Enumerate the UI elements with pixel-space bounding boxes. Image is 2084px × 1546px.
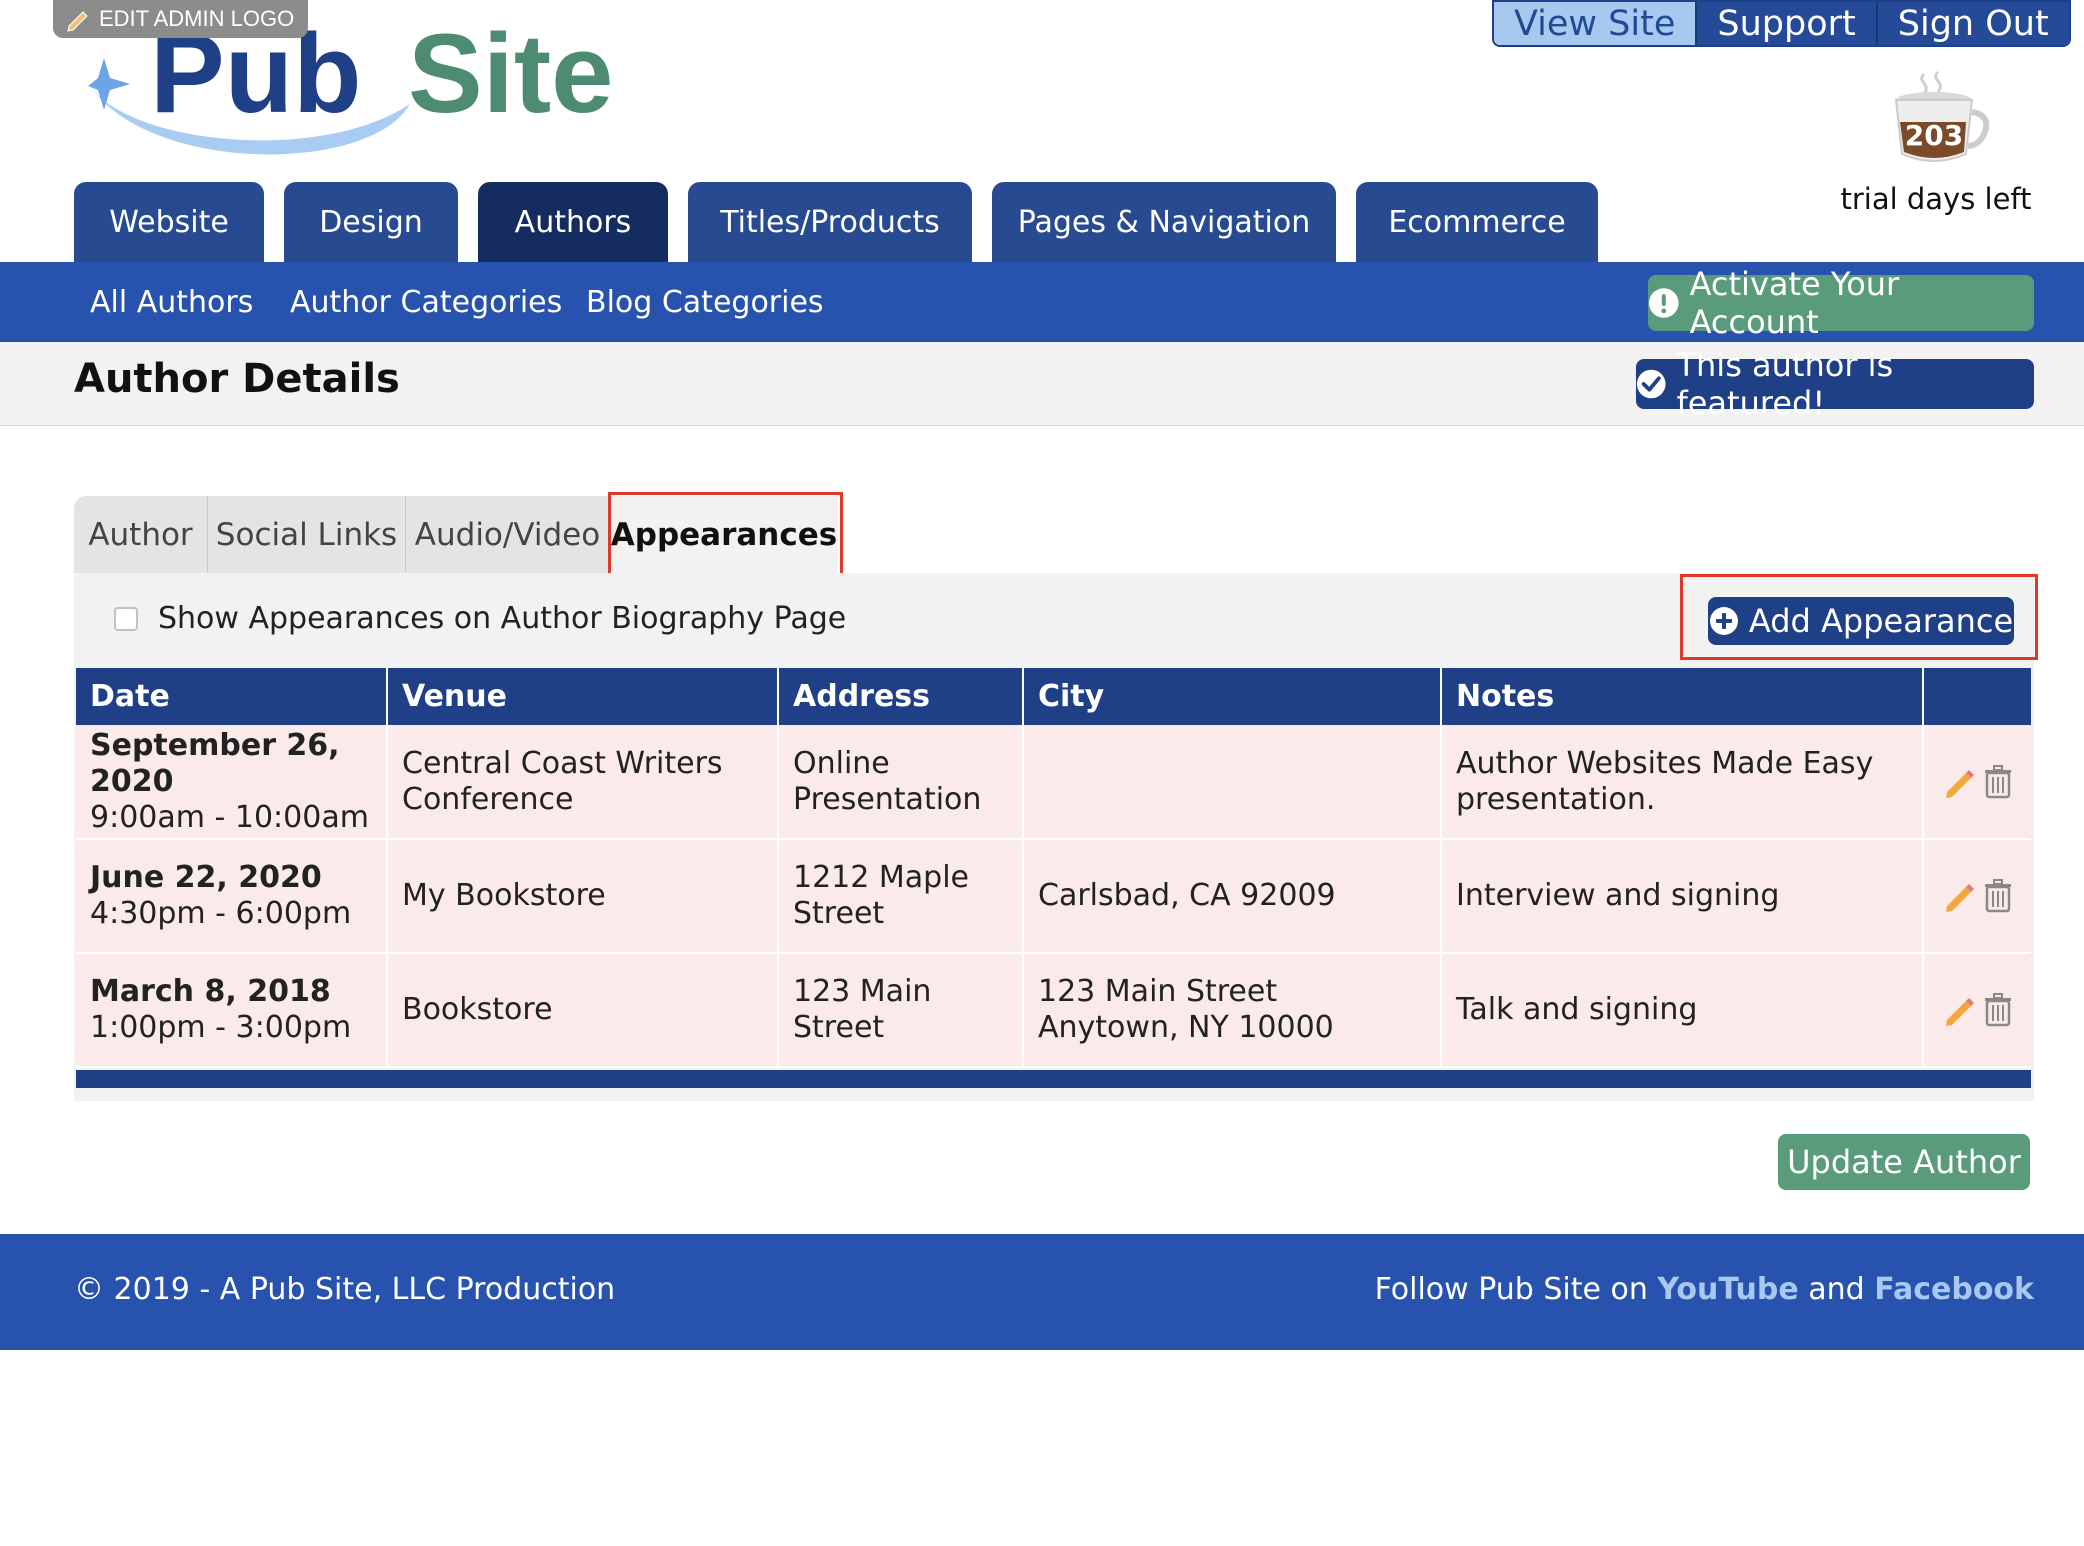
sign-out-link[interactable]: Sign Out <box>1875 2 2069 45</box>
trash-icon[interactable] <box>1982 993 2014 1027</box>
cell-venue: Bookstore <box>387 953 779 1068</box>
subnav-blog-categories[interactable]: Blog Categories <box>586 262 824 342</box>
table-header-row: Date Venue Address City Notes <box>76 668 2031 725</box>
show-appearances-row: Show Appearances on Author Biography Pag… <box>114 601 846 636</box>
main-tab-design[interactable]: Design <box>284 182 458 262</box>
cell-city: 123 Main Street Anytown, NY 10000 <box>1023 953 1442 1068</box>
trash-icon[interactable] <box>1982 764 2014 799</box>
column-header-notes[interactable]: Notes <box>1441 668 1924 725</box>
support-link[interactable]: Support <box>1695 2 1876 45</box>
trial-days-label: trial days left <box>1840 182 2032 216</box>
sub-navigation: All Authors Author Categories Blog Categ… <box>0 262 2084 342</box>
trial-days-widget: 203 trial days left <box>1826 70 2046 216</box>
cell-notes: Interview and signing <box>1441 839 1924 954</box>
cell-notes: Author Websites Made Easy presentation. <box>1441 725 1924 840</box>
appearance-time: 4:30pm - 6:00pm <box>90 896 352 931</box>
view-site-link[interactable]: View Site <box>1494 2 1696 45</box>
appearance-time: 9:00am - 10:00am <box>90 799 369 835</box>
column-header-venue[interactable]: Venue <box>387 668 779 725</box>
trash-icon[interactable] <box>1982 879 2014 913</box>
cell-date: September 26, 2020 9:00am - 10:00am <box>76 725 388 840</box>
column-header-city[interactable]: City <box>1023 668 1442 725</box>
table-footer-bar <box>76 1070 2031 1088</box>
plus-circle-icon <box>1709 607 1738 635</box>
edit-admin-logo-label: EDIT ADMIN LOGO <box>99 6 295 31</box>
subnav-author-categories[interactable]: Author Categories <box>290 262 562 342</box>
appearance-date: March 8, 2018 <box>90 974 331 1009</box>
cell-city <box>1023 725 1442 840</box>
main-nav-tabs: Website Design Authors Titles/Products P… <box>74 182 1618 262</box>
table-row: March 8, 2018 1:00pm - 3:00pm Bookstore … <box>76 953 2031 1068</box>
page-footer: © 2019 - A Pub Site, LLC Production Foll… <box>0 1234 2084 1350</box>
exclamation-icon <box>1648 288 1679 318</box>
cell-actions <box>1923 839 2031 954</box>
column-header-address[interactable]: Address <box>778 668 1024 725</box>
coffee-cup-icon: 203 <box>1894 70 1990 162</box>
tab-author[interactable]: Author <box>74 496 208 573</box>
update-author-button[interactable]: Update Author <box>1778 1134 2030 1190</box>
logo-area: Pub Site EDIT ADMIN LOGO <box>0 0 700 175</box>
cell-venue: My Bookstore <box>387 839 779 954</box>
page-title: Author Details <box>74 356 400 402</box>
check-circle-icon <box>1636 369 1666 399</box>
trial-days-count: 203 <box>1905 119 1963 152</box>
add-appearance-button[interactable]: Add Appearance <box>1708 597 2014 645</box>
edit-admin-logo-button[interactable]: EDIT ADMIN LOGO <box>53 0 309 38</box>
edit-pencil-icon[interactable] <box>1942 879 1976 913</box>
tab-audio-video[interactable]: Audio/Video <box>406 496 610 573</box>
footer-follow-text: Follow Pub Site on <box>1374 1272 1658 1307</box>
appearances-table: Date Venue Address City Notes September … <box>76 668 2031 1068</box>
activate-account-button[interactable]: Activate Your Account <box>1648 265 2034 341</box>
youtube-link[interactable]: YouTube <box>1657 1272 1798 1307</box>
cell-venue: Central Coast Writers Conference <box>387 725 779 840</box>
footer-copyright: © 2019 - A Pub Site, LLC Production <box>74 1272 616 1307</box>
cell-notes: Talk and signing <box>1441 953 1924 1068</box>
cell-actions <box>1923 953 2031 1068</box>
cell-actions <box>1923 725 2031 840</box>
appearance-date: September 26, 2020 <box>90 727 340 799</box>
show-appearances-label: Show Appearances on Author Biography Pag… <box>158 601 847 636</box>
table-row: September 26, 2020 9:00am - 10:00am Cent… <box>76 725 2031 840</box>
cell-address: 123 Main Street <box>778 953 1024 1068</box>
tab-social-links[interactable]: Social Links <box>208 496 406 573</box>
main-tab-authors[interactable]: Authors <box>478 182 668 262</box>
cell-city: Carlsbad, CA 92009 <box>1023 839 1442 954</box>
cell-date: June 22, 2020 4:30pm - 6:00pm <box>76 839 388 954</box>
subnav-all-authors[interactable]: All Authors <box>90 262 253 342</box>
activate-account-label: Activate Your Account <box>1689 265 1900 341</box>
appearance-date: June 22, 2020 <box>90 860 322 895</box>
appearance-time: 1:00pm - 3:00pm <box>90 1010 352 1045</box>
tab-appearances[interactable]: Appearances <box>610 496 838 573</box>
author-tabs: Author Social Links Audio/Video Appearan… <box>74 496 838 573</box>
column-header-actions <box>1923 668 2031 725</box>
cell-address: 1212 Maple Street <box>778 839 1024 954</box>
main-tab-pages-navigation[interactable]: Pages & Navigation <box>992 182 1336 262</box>
featured-label: This author is featured! <box>1676 346 1894 422</box>
table-row: June 22, 2020 4:30pm - 6:00pm My Booksto… <box>76 839 2031 954</box>
facebook-link[interactable]: Facebook <box>1874 1272 2034 1307</box>
footer-follow: Follow Pub Site on YouTube and Facebook <box>1375 1272 2034 1307</box>
column-header-date[interactable]: Date <box>76 668 388 725</box>
author-details-bar: Author Details This author is featured! <box>0 342 2084 426</box>
pencil-icon <box>65 6 91 32</box>
cell-address: Online Presentation <box>778 725 1024 840</box>
top-links: View Site Support Sign Out <box>1492 0 2071 47</box>
edit-pencil-icon[interactable] <box>1942 993 1976 1027</box>
main-tab-titles-products[interactable]: Titles/Products <box>688 182 972 262</box>
pub-site-logo[interactable]: Pub Site <box>70 14 640 174</box>
logo-text-site: Site <box>408 14 613 136</box>
featured-badge[interactable]: This author is featured! <box>1636 346 2034 422</box>
show-appearances-checkbox[interactable] <box>114 606 138 631</box>
main-tab-website[interactable]: Website <box>74 182 264 262</box>
edit-pencil-icon[interactable] <box>1942 765 1976 799</box>
cell-date: March 8, 2018 1:00pm - 3:00pm <box>76 953 388 1068</box>
footer-and-text: and <box>1798 1272 1875 1307</box>
main-tab-ecommerce[interactable]: Ecommerce <box>1356 182 1598 262</box>
add-appearance-label: Add Appearance <box>1748 602 2014 640</box>
